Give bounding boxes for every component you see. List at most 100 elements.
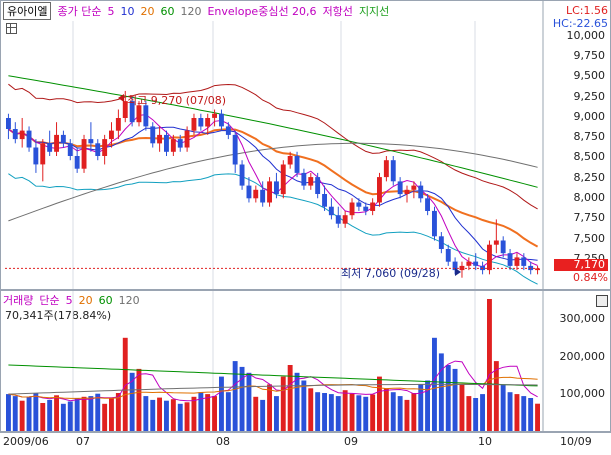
volume-bar <box>356 395 362 431</box>
price-tick: 7,500 <box>573 232 606 245</box>
candle-body <box>12 129 18 140</box>
volume-bar <box>136 368 142 431</box>
volume-bar <box>507 392 513 431</box>
ma60-line <box>8 75 538 188</box>
price-tick: 7,750 <box>573 211 606 224</box>
candle-body <box>287 156 293 165</box>
candle-body <box>308 177 314 186</box>
volume-panel[interactable]: 거래량 단순 5 20 60 120 70,341주(178.84%) 300,… <box>0 290 611 432</box>
candle-body <box>74 156 80 169</box>
candle-body <box>507 253 513 266</box>
volume-bar <box>95 393 101 431</box>
volume-bar <box>232 361 238 431</box>
candle-body <box>397 181 403 195</box>
volume-bar <box>177 403 183 431</box>
volume-bar <box>535 403 540 431</box>
volume-bar <box>411 393 417 431</box>
volume-bar <box>198 392 204 431</box>
candle-body <box>267 181 272 203</box>
volume-bar <box>40 403 46 431</box>
volume-bar <box>81 396 87 431</box>
candle-body <box>184 130 190 148</box>
date-label: 10 <box>478 435 492 448</box>
volume-bar <box>521 396 527 431</box>
candle-body <box>280 164 286 195</box>
volume-bar <box>143 396 149 431</box>
volume-bar <box>54 395 59 431</box>
envelope-upper-line <box>8 83 538 210</box>
candle-body <box>521 257 527 266</box>
candle-body <box>315 177 321 194</box>
candle-body <box>260 189 266 203</box>
volume-bar <box>418 384 424 431</box>
volume-bar <box>322 393 327 431</box>
candle-body <box>253 189 259 199</box>
volume-bar <box>363 396 369 431</box>
high-annotation: 최고 9,270 (07/08) <box>127 94 227 107</box>
candle-body <box>514 257 520 266</box>
volume-bar <box>487 299 492 431</box>
volume-bar <box>170 399 176 431</box>
volume-bar <box>12 396 18 431</box>
candle-body <box>404 189 410 194</box>
candle-body <box>294 156 300 173</box>
envelope-center-line <box>7 128 539 248</box>
volume-bar <box>88 396 94 431</box>
volume-bar <box>274 396 279 431</box>
volume-bar <box>6 394 11 431</box>
ma5-line <box>8 114 538 268</box>
volume-bar <box>342 390 348 431</box>
price-panel[interactable]: 유아이엘 종가 단순 5 10 20 60 120 Envelope중심선 20… <box>0 0 611 290</box>
volume-bar <box>459 384 465 431</box>
volume-bar <box>157 397 162 431</box>
date-label: 07 <box>76 435 90 448</box>
volume-axis: 300,000 200,000 100,000 <box>548 291 610 431</box>
candle-body <box>418 185 424 199</box>
date-label: 09 <box>344 435 358 448</box>
volume-bar <box>239 366 245 431</box>
volume-bar <box>67 401 73 431</box>
candle-body <box>342 215 348 224</box>
volume-bar <box>191 396 197 431</box>
price-tick: 9,250 <box>573 90 606 103</box>
candle-body <box>164 134 169 152</box>
candle-body <box>356 202 362 207</box>
vol-ma20-line <box>8 376 538 399</box>
vol-ma5-line <box>8 360 538 402</box>
price-tick: 8,000 <box>573 191 606 204</box>
current-price-badge: 7,170 <box>554 259 608 271</box>
candle-body <box>81 139 87 169</box>
volume-bar <box>253 396 259 431</box>
candle-body <box>466 261 472 266</box>
volume-tick: 300,000 <box>559 312 606 325</box>
price-tick: 9,750 <box>573 49 606 62</box>
volume-bar <box>438 353 444 431</box>
candle-body <box>54 134 59 152</box>
candle-body <box>473 261 479 266</box>
candle-body <box>232 134 238 165</box>
candle-body <box>225 126 231 135</box>
volume-bar <box>445 365 451 431</box>
date-axis: 2009/06 07 08 09 10 10/09 <box>0 432 611 455</box>
candle-body <box>33 147 39 165</box>
candle-body <box>335 215 341 224</box>
candle-body <box>67 143 73 156</box>
volume-bar <box>500 384 506 431</box>
candle-body <box>377 177 382 203</box>
volume-bar <box>514 394 520 431</box>
volume-bar <box>466 396 472 431</box>
chart-window: 유아이엘 종가 단순 5 10 20 60 120 Envelope중심선 20… <box>0 0 611 455</box>
envelope-lower-line <box>8 173 538 285</box>
volume-bar <box>109 398 114 431</box>
candle-body <box>432 210 437 237</box>
vol-ma120-line <box>8 383 538 395</box>
volume-bar <box>328 394 334 431</box>
volume-bar <box>287 365 293 431</box>
volume-bar <box>184 402 190 431</box>
date-label: 2009/06 <box>3 435 49 448</box>
volume-bar <box>473 398 479 431</box>
volume-bar <box>225 392 231 431</box>
candle-body <box>246 185 252 199</box>
volume-bar <box>452 368 458 431</box>
volume-bar <box>115 393 121 431</box>
